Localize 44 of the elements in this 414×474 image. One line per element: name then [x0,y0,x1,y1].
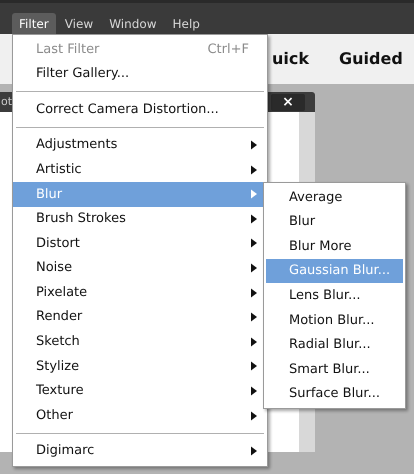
submenu-arrow-icon [251,362,257,371]
menu-item[interactable]: Noise [13,256,267,280]
submenu-arrow-icon [251,190,257,199]
menu-item[interactable]: Stylize [13,354,267,379]
menu-item[interactable]: Pixelate [13,280,267,305]
submenu-arrow-icon [251,140,257,150]
menu-item[interactable]: Texture [13,378,267,404]
submenu-item[interactable]: Smart Blur... [266,357,403,382]
submenu-arrow-icon [251,446,257,456]
menu-item[interactable]: Render [13,304,267,330]
mode-tab[interactable]: uick [272,47,309,71]
submenu-item[interactable]: Motion Blur... [266,308,403,333]
menu-bar-item[interactable]: Help [166,13,207,34]
menu-item[interactable]: Other [13,403,267,428]
menu-bar-item[interactable]: Window [102,13,164,34]
menu-item[interactable]: Filter Gallery... [13,62,267,86]
submenu-item[interactable]: Blur More [266,234,403,259]
menu-item[interactable]: Digimarc [13,438,267,464]
menu-bar-item[interactable]: Filter [12,13,56,34]
menu-item[interactable]: Sketch [13,330,267,354]
menu-item[interactable]: Adjustments [13,132,267,158]
menu-bar-item[interactable]: View [58,13,100,34]
submenu-item[interactable]: Blur [266,210,403,234]
submenu-arrow-icon [251,264,257,273]
submenu-item[interactable]: Lens Blur... [266,283,403,308]
submenu-item[interactable]: Average [266,185,403,210]
mode-tab[interactable]: Guided [339,47,403,71]
submenu-arrow-icon [251,411,257,420]
submenu-arrow-icon [251,386,257,396]
close-button[interactable]: × [271,94,305,110]
submenu-arrow-icon [251,337,257,346]
submenu-arrow-icon [251,214,257,224]
submenu-item[interactable]: Surface Blur... [266,382,403,406]
menu-item[interactable]: Correct Camera Distortion... [13,97,267,122]
submenu-arrow-icon [251,312,257,322]
shortcut-label: Ctrl+F [207,40,249,59]
submenu-item[interactable]: Radial Blur... [266,332,403,358]
menu-item[interactable]: Distort [13,231,267,256]
submenu-arrow-icon [251,165,257,174]
submenu-arrow-icon [251,288,257,298]
menu-item[interactable]: Artistic [13,157,267,182]
menu-item[interactable]: Brush Strokes [13,206,267,232]
document-title: ot [1,94,12,110]
submenu-arrow-icon [251,238,257,248]
